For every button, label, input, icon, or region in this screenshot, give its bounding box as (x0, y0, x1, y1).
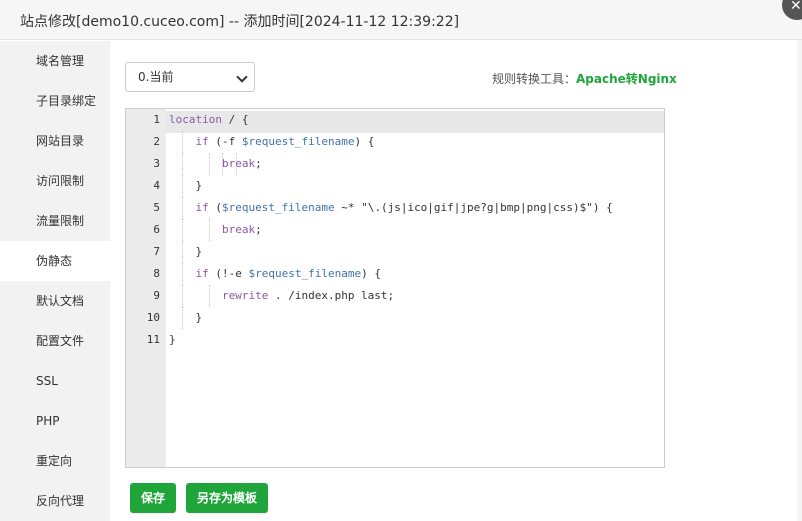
sidebar-item-site-directory[interactable]: 网站目录 (0, 121, 110, 161)
window-titlebar: 站点修改[demo10.cuceo.com] -- 添加时间[2024-11-1… (0, 0, 802, 40)
line-number: 4 (153, 179, 160, 192)
code-line: if ($request_filename ~* "\.(js|ico|gif|… (195, 201, 613, 214)
sidebar-item-traffic-limit[interactable]: 流量限制 (0, 201, 110, 241)
sidebar-item-label: 访问限制 (36, 174, 85, 188)
code-line: } (169, 179, 203, 192)
sidebar-item-label: 网站目录 (36, 134, 85, 148)
sidebar-item-redirect[interactable]: 重定向 (0, 441, 110, 481)
sidebar-item-subdir-binding[interactable]: 子目录绑定 (0, 81, 110, 121)
line-number: 9 (153, 289, 160, 302)
line-number: 10 (146, 311, 160, 324)
sidebar-item-default-document[interactable]: 默认文档 (0, 281, 110, 321)
sidebar-item-ssl[interactable]: SSL (0, 361, 110, 401)
code-editor[interactable]: 1 2 3 4 5 6 7 8 9 10 11 location / { if … (125, 108, 665, 468)
version-select[interactable]: 0.当前 (125, 62, 255, 92)
line-number: 8 (153, 267, 160, 280)
code-line: } (169, 333, 176, 346)
line-number: 7 (153, 245, 160, 258)
code-line: } (169, 311, 203, 324)
version-select-value: 0.当前 (138, 70, 174, 84)
line-number: 5 (153, 201, 160, 214)
sidebar-item-rewrite[interactable]: 伪静态 (0, 241, 110, 281)
sidebar-item-label: 域名管理 (36, 54, 85, 68)
sidebar-item-reverse-proxy[interactable]: 反向代理 (0, 481, 110, 521)
sidebar-item-label: SSL (36, 374, 58, 388)
sidebar-item-label: 重定向 (36, 454, 73, 468)
sidebar-item-label: PHP (36, 414, 60, 428)
sidebar: 域名管理 子目录绑定 网站目录 访问限制 流量限制 伪静态 默认文档 配置文件 … (0, 41, 110, 521)
right-edge-strip (797, 40, 802, 521)
code-line: break; (221, 157, 262, 170)
code-line: if (-f $request_filename) { (195, 135, 375, 148)
code-line: if (!-e $request_filename) { (195, 267, 381, 280)
line-number: 3 (153, 157, 160, 170)
rule-convert-label: 规则转换工具： (492, 72, 577, 86)
line-number: 1 (153, 113, 160, 126)
line-number: 2 (153, 135, 160, 148)
sidebar-item-access-limit[interactable]: 访问限制 (0, 161, 110, 201)
chevron-down-icon (236, 71, 248, 83)
sidebar-item-config-file[interactable]: 配置文件 (0, 321, 110, 361)
sidebar-item-label: 配置文件 (36, 334, 85, 348)
save-as-template-button[interactable]: 另存为模板 (186, 483, 268, 513)
save-button[interactable]: 保存 (130, 483, 176, 513)
sidebar-item-label: 反向代理 (36, 494, 85, 508)
sidebar-item-label: 子目录绑定 (36, 94, 97, 108)
line-number: 6 (153, 223, 160, 236)
sidebar-item-domain[interactable]: 域名管理 (0, 41, 110, 81)
sidebar-item-label: 伪静态 (36, 254, 73, 268)
code-line: break; (221, 223, 262, 236)
sidebar-item-label: 流量限制 (36, 214, 85, 228)
code-line: } (169, 245, 203, 258)
sidebar-item-label: 默认文档 (36, 294, 85, 308)
line-number: 11 (146, 333, 160, 346)
code-line: rewrite . /index.php last; (221, 289, 395, 302)
window-title: 站点修改[demo10.cuceo.com] -- 添加时间[2024-11-1… (20, 14, 460, 30)
apache-to-nginx-link[interactable]: Apache转Nginx (576, 70, 677, 87)
close-icon: ✕ (790, 0, 802, 13)
code-line: location / { (169, 113, 249, 126)
sidebar-item-php[interactable]: PHP (0, 401, 110, 441)
